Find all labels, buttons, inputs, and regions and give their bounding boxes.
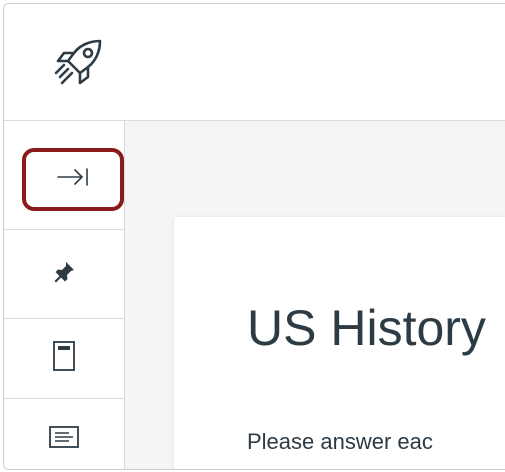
sidebar-expand-item (4, 121, 124, 230)
text-lines-icon (49, 425, 79, 453)
question-list-button[interactable] (4, 319, 124, 399)
expand-sidebar-button[interactable] (22, 148, 124, 211)
sidebar (4, 121, 125, 469)
instructions-text: Please answer eac (247, 429, 433, 454)
pin-icon (52, 260, 76, 289)
page-title: US History (247, 300, 486, 356)
details-button[interactable] (4, 399, 124, 469)
pin-button[interactable] (4, 230, 124, 319)
top-bar (4, 4, 505, 121)
quiz-card: US History Please answer eac (174, 217, 505, 469)
rocket-icon (50, 33, 108, 91)
page-icon (53, 341, 75, 376)
arrow-right-to-bar-icon (56, 166, 90, 193)
main-content: US History Please answer eac (125, 121, 505, 469)
app-window: US History Please answer eac (3, 3, 505, 470)
